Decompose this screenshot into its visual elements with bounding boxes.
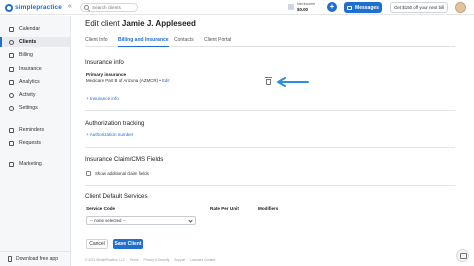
add-insurance-info-link[interactable]: + Insurance info <box>86 96 119 101</box>
logo-text: simplepractice <box>15 4 62 11</box>
marketing-icon <box>9 161 14 167</box>
search-icon <box>84 5 89 10</box>
sidebar-item-requests[interactable]: Requests <box>0 138 70 148</box>
sidebar-item-marketing[interactable]: Marketing <box>0 159 70 169</box>
footer-support-link[interactable]: Support <box>174 258 185 262</box>
sidebar-item-reminders[interactable]: Reminders <box>0 125 70 135</box>
calendar-icon <box>9 26 14 32</box>
tab-billing-and-insurance[interactable]: Billing and Insurance <box>118 37 169 47</box>
avatar[interactable] <box>455 2 466 13</box>
authorization-tracking-heading: Authorization tracking <box>85 120 145 127</box>
add-authorization-number-link[interactable]: + Authorization number <box>86 132 133 137</box>
default-services-heading: Client Default Services <box>85 193 148 200</box>
download-app-label: Download free app <box>16 255 58 262</box>
collapse-sidebar-button[interactable]: « <box>66 3 74 10</box>
billing-icon <box>9 52 14 58</box>
sidebar-item-billing[interactable]: Billing <box>0 50 70 60</box>
primary-insurance-label: Primary insurance <box>86 72 127 77</box>
sidebar-item-calendar[interactable]: Calendar <box>0 24 70 34</box>
footer: © 2021 SimplePractice, LLC Terms Privacy… <box>85 258 219 262</box>
sidebar-item-label: Calendar <box>19 26 41 32</box>
footer-terms-link[interactable]: Terms <box>130 258 139 262</box>
separator-dot: • <box>159 78 161 83</box>
insurance-info-heading: Insurance info <box>85 59 124 66</box>
settings-icon <box>9 105 14 111</box>
sidebar-item-settings[interactable]: Settings <box>0 103 70 113</box>
section-divider <box>85 185 455 186</box>
footer-privacy-link[interactable]: Privacy & Security <box>144 258 170 262</box>
pointer-arrow-icon <box>277 77 309 87</box>
create-new-button[interactable]: + <box>327 2 337 12</box>
sidebar-item-label: Activity <box>19 92 36 98</box>
chat-help-icon[interactable] <box>456 249 469 262</box>
download-app-link[interactable]: Download free app <box>0 251 70 265</box>
net-income-widget[interactable]: Net income $0.00 <box>288 2 315 12</box>
sidebar-item-label: Requests <box>19 140 41 146</box>
messages-label: Messages <box>355 4 379 11</box>
search-box[interactable] <box>80 3 138 12</box>
footer-licensed-content-link[interactable]: Licensed Content <box>190 258 215 262</box>
claim-fields-heading: Insurance Claim/CMS Fields <box>85 156 164 163</box>
reminders-icon <box>9 127 14 133</box>
sidebar-item-activity[interactable]: Activity <box>0 90 70 100</box>
show-claim-fields-label[interactable]: Show additional claim fields <box>95 171 149 176</box>
chevron-down-icon <box>188 218 193 223</box>
analytics-icon <box>9 79 14 85</box>
top-bar: simplepractice « Net income $0.00 + Mess… <box>0 0 474 15</box>
section-divider <box>85 147 455 148</box>
sidebar-item-label: Analytics <box>19 79 40 85</box>
sidebar-item-clients[interactable]: Clients <box>0 37 70 47</box>
sidebar-item-label: Marketing <box>19 161 42 167</box>
save-client-button[interactable]: Save Client <box>113 239 143 249</box>
requests-icon <box>9 140 14 146</box>
phone-icon <box>8 255 12 262</box>
tab-client-info[interactable]: Client Info <box>85 37 108 47</box>
messages-button[interactable]: Messages <box>344 2 382 13</box>
client-name: Jamie J. Appleseed <box>121 19 196 28</box>
sidebar: Calendar Clients Billing Insurance Analy… <box>0 16 71 266</box>
sidebar-item-label: Insurance <box>19 66 42 72</box>
service-code-select[interactable]: -- none selected -- <box>86 216 196 225</box>
income-value: $0.00 <box>297 7 308 12</box>
tab-contacts[interactable]: Contacts <box>174 37 194 47</box>
cancel-button[interactable]: Cancel <box>86 239 108 249</box>
modifiers-label: Modifiers <box>258 206 279 211</box>
sidebar-item-label: Reminders <box>19 127 45 133</box>
page-title-prefix: Edit client <box>85 19 120 28</box>
sidebar-item-analytics[interactable]: Analytics <box>0 77 70 87</box>
search-input[interactable] <box>92 5 136 10</box>
section-divider <box>85 110 455 111</box>
footer-copyright: © 2021 SimplePractice, LLC <box>85 258 126 262</box>
primary-insurance-value: Medicare Part B of Arizona (AZMCR) <box>86 78 158 83</box>
primary-insurance-row: Medicare Part B of Arizona (AZMCR) • Edi… <box>86 78 170 83</box>
service-code-label: Service Code <box>86 206 116 211</box>
service-code-selected-value: -- none selected -- <box>90 218 126 223</box>
tab-client-portal[interactable]: Client Portal <box>204 37 231 47</box>
page-title: Edit client Jamie J. Appleseed <box>85 19 196 28</box>
sidebar-item-label: Billing <box>19 52 33 58</box>
logo-mark-icon <box>5 3 13 12</box>
activity-icon <box>9 92 14 98</box>
sidebar-item-label: Clients <box>19 39 37 45</box>
sidebar-item-insurance[interactable]: Insurance <box>0 64 70 74</box>
edit-insurance-link[interactable]: Edit <box>162 78 170 83</box>
client-tabs: Client Info Billing and Insurance Contac… <box>85 37 455 47</box>
trash-icon[interactable] <box>265 77 272 85</box>
simplepractice-logo[interactable]: simplepractice <box>5 3 62 12</box>
show-claim-fields-checkbox[interactable] <box>86 171 91 176</box>
sidebar-item-label: Settings <box>19 105 38 111</box>
income-icon <box>288 4 294 10</box>
referral-button[interactable]: Get $150 off your next bill <box>390 2 448 13</box>
clients-icon <box>9 39 14 45</box>
rate-per-unit-label: Rate Per Unit <box>210 206 239 211</box>
message-icon <box>347 5 353 10</box>
insurance-icon <box>9 66 14 72</box>
